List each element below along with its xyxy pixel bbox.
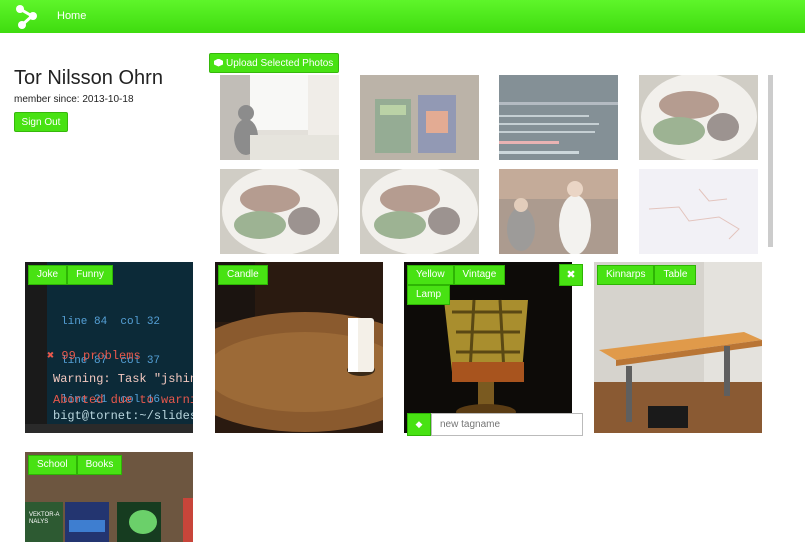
terminal-warning: Warning: Task "jshint: (53, 372, 193, 386)
photo-card-lamp[interactable]: Yellow Vintage Lamp (404, 262, 572, 433)
book-title: VEKTOR-ANALYS (29, 512, 60, 525)
thumbnail-books[interactable] (360, 75, 479, 160)
thumbnail-cat[interactable] (220, 75, 339, 160)
upload-selected-photos-button[interactable]: Upload Selected Photos (209, 53, 339, 73)
share-logo-icon[interactable] (14, 4, 40, 29)
member-since: member since: 2013-10-18 (14, 94, 134, 105)
new-tag-input-group: ◆ (407, 413, 583, 436)
tag-list: Yellow Vintage Lamp (407, 265, 517, 305)
terminal-prompt: bigt@tornet:~/slidesi (53, 409, 193, 423)
upload-label: Upload Selected Photos (226, 57, 334, 69)
close-icon[interactable]: ✖ (559, 264, 583, 286)
photo-card-table[interactable]: Kinnarps Table (594, 262, 762, 433)
tag-list: Candle (218, 265, 268, 285)
tag-icon: ◆ (407, 413, 431, 436)
terminal-line: line 84 col 32 (61, 316, 161, 328)
sign-out-button[interactable]: Sign Out (14, 112, 68, 132)
tag-list: Joke Funny (28, 265, 113, 285)
photo-card-books[interactable]: VEKTOR-ANALYS School Books (25, 452, 193, 542)
tag-chip[interactable]: Funny (67, 265, 113, 285)
thumbnail-scrollbar[interactable] (768, 75, 773, 247)
thumbnail-food-3[interactable] (360, 169, 479, 254)
thumbnail-food-1[interactable] (639, 75, 758, 160)
terminal-problems: ✖ 99 problems (47, 349, 141, 363)
tag-chip[interactable]: Lamp (407, 285, 451, 305)
terminal-aborted: Aborted due to warning (53, 393, 193, 407)
tag-list: School Books (28, 455, 123, 475)
thumbnail-sketch[interactable] (639, 169, 758, 254)
tag-chip[interactable]: Table (654, 265, 697, 285)
tag-chip[interactable]: School (28, 455, 77, 475)
tag-chip[interactable]: Yellow (407, 265, 454, 285)
profile-name: Tor Nilsson Ohrn (14, 67, 163, 89)
thumbnail-food-2[interactable] (220, 169, 339, 254)
tag-chip[interactable]: Vintage (453, 265, 506, 285)
tag-list: Kinnarps Table (597, 265, 697, 285)
thumbnail-people[interactable] (499, 169, 618, 254)
new-tag-input[interactable] (431, 413, 583, 436)
nav-home-link[interactable]: Home (57, 10, 86, 22)
thumbnail-terminal[interactable] (499, 75, 618, 160)
tag-chip[interactable]: Candle (218, 265, 268, 285)
navbar: Home (0, 0, 805, 33)
dropbox-icon (214, 58, 223, 67)
tag-chip[interactable]: Joke (28, 265, 68, 285)
tag-chip[interactable]: Books (76, 455, 123, 475)
photo-card-candle[interactable]: Candle (215, 262, 383, 433)
tag-chip[interactable]: Kinnarps (597, 265, 655, 285)
photo-card-terminal[interactable]: line 84 col 32 line 87 col 37 line 21 co… (25, 262, 193, 433)
